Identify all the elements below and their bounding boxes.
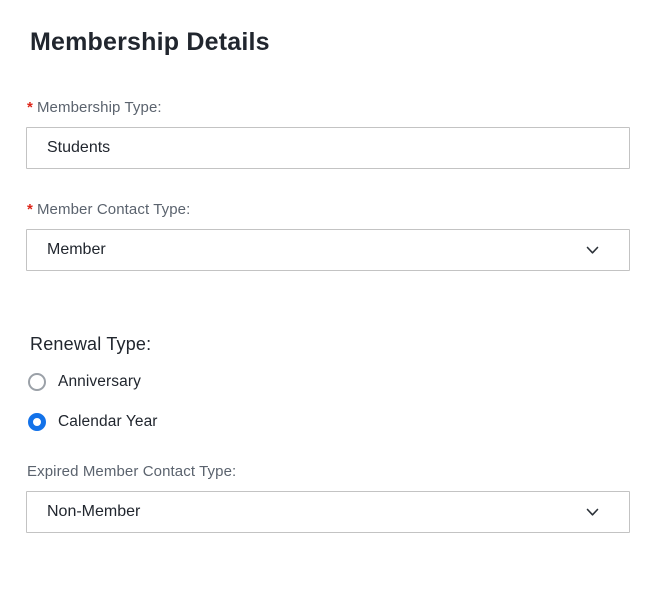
renewal-type-section: Renewal Type: Anniversary Calendar Year bbox=[26, 333, 630, 431]
radio-button-icon[interactable] bbox=[28, 413, 46, 431]
expired-member-contact-type-select[interactable]: Non-Member bbox=[26, 491, 630, 533]
expired-member-contact-type-selected-value: Non-Member bbox=[47, 503, 141, 520]
radio-button-icon[interactable] bbox=[28, 373, 46, 391]
member-contact-type-label-text: Member Contact Type: bbox=[36, 201, 191, 218]
required-marker: * bbox=[27, 99, 33, 116]
membership-type-field: * Membership Type: bbox=[26, 100, 630, 169]
expired-member-contact-type-field: Expired Member Contact Type: Non-Member bbox=[26, 464, 630, 533]
chevron-down-icon bbox=[586, 246, 599, 254]
membership-type-input[interactable] bbox=[26, 127, 630, 169]
radio-option-calendar-year-label: Calendar Year bbox=[58, 413, 158, 430]
member-contact-type-select[interactable]: Member bbox=[26, 229, 630, 271]
expired-member-contact-type-label: Expired Member Contact Type: bbox=[27, 463, 237, 480]
chevron-down-icon bbox=[586, 508, 599, 516]
member-contact-type-selected-value: Member bbox=[47, 241, 106, 258]
renewal-type-label: Renewal Type: bbox=[30, 334, 152, 354]
page-title: Membership Details bbox=[30, 28, 270, 56]
membership-type-label: * Membership Type: bbox=[27, 100, 630, 116]
member-contact-type-field: * Member Contact Type: Member bbox=[26, 202, 630, 271]
radio-option-calendar-year[interactable]: Calendar Year bbox=[28, 413, 630, 431]
membership-type-label-text: Membership Type: bbox=[36, 99, 162, 116]
radio-option-anniversary-label: Anniversary bbox=[58, 373, 141, 390]
member-contact-type-label: * Member Contact Type: bbox=[27, 202, 630, 218]
membership-details-form: Membership Details *Membership Type: *Me… bbox=[0, 27, 656, 533]
radio-option-anniversary[interactable]: Anniversary bbox=[28, 373, 630, 391]
required-marker: * bbox=[27, 201, 33, 218]
